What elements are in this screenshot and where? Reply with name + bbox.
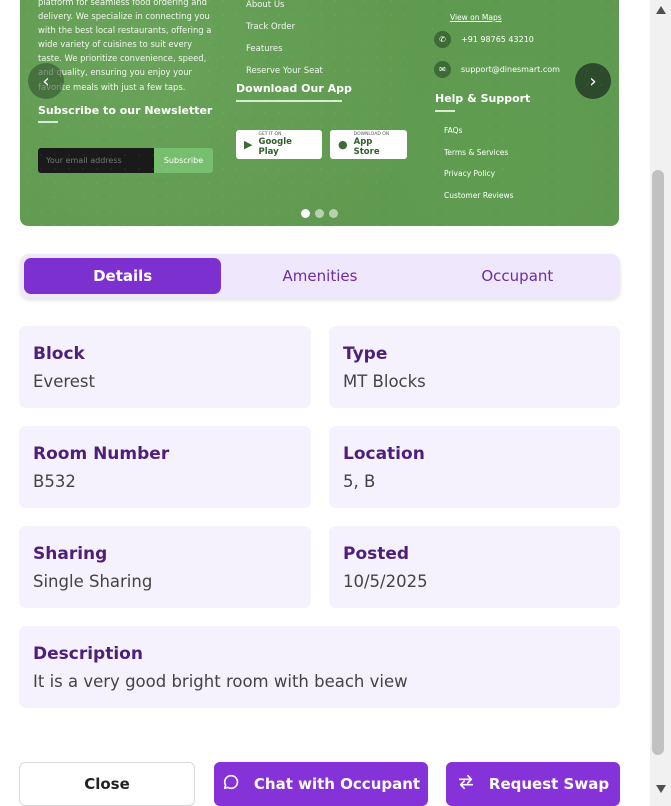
chevron-left-icon: ‹ [42, 70, 50, 92]
link-about-us[interactable]: About Us [246, 0, 323, 16]
newsletter-title: Subscribe to our Newsletter [38, 104, 213, 117]
link-track-order[interactable]: Track Order [246, 16, 323, 38]
block-label: Block [33, 344, 85, 364]
download-underline [236, 100, 342, 102]
apple-big-label: App Store [353, 137, 380, 157]
google-play-button[interactable]: ▶ GET IT ON Google Play [236, 130, 322, 159]
detail-tabs: Details Amenities Occupant [20, 254, 620, 298]
link-faqs[interactable]: FAQs [444, 120, 513, 142]
newsletter-email-input[interactable]: Your email address [38, 148, 162, 173]
phone-text: +91 98765 43210 [461, 35, 534, 44]
chevron-right-icon: › [589, 70, 597, 92]
link-privacy[interactable]: Privacy Policy [444, 163, 513, 185]
block-value: Everest [33, 372, 95, 391]
subscribe-button[interactable]: Subscribe [154, 148, 213, 173]
posted-label: Posted [343, 544, 410, 564]
scroll-down-arrow-icon[interactable] [650, 784, 671, 798]
email-line: ✉ support@dinesmart.com [434, 61, 560, 78]
promo-carousel: platform for seamless food ordering and … [20, 0, 619, 226]
email-text: support@dinesmart.com [461, 65, 560, 74]
main-viewport: platform for seamless food ordering and … [0, 0, 650, 806]
phone-icon: ✆ [434, 31, 451, 48]
type-value: MT Blocks [343, 372, 426, 391]
scrollbar-thumb[interactable] [652, 170, 664, 755]
phone-line: ✆ +91 98765 43210 [434, 31, 534, 48]
close-label: Close [84, 775, 130, 793]
close-button[interactable]: Close [19, 762, 195, 806]
room-number-value: B532 [33, 472, 76, 491]
link-reserve-seat[interactable]: Reserve Your Seat [246, 60, 323, 82]
sharing-value: Single Sharing [33, 572, 153, 591]
carousel-prev-button[interactable]: ‹ [28, 63, 64, 99]
swap-arrows-icon [457, 773, 475, 795]
help-title: Help & Support [435, 92, 531, 105]
footer-links: About Us Track Order Features Reserve Yo… [246, 0, 323, 82]
description-label: Description [33, 644, 143, 664]
description-value: It is a very good bright room with beach… [33, 672, 408, 691]
apple-icon: ● [338, 138, 348, 151]
link-reviews[interactable]: Customer Reviews [444, 185, 513, 207]
scroll-up-arrow-icon[interactable] [650, 5, 671, 19]
type-label: Type [343, 344, 388, 364]
link-terms[interactable]: Terms & Services [444, 142, 513, 164]
play-store-icon: ▶ [244, 138, 253, 151]
chat-with-occupant-button[interactable]: Chat with Occupant [214, 762, 428, 806]
block-card: Block Everest [19, 326, 311, 408]
download-title: Download Our App [236, 82, 352, 95]
help-underline [435, 110, 455, 112]
mail-icon: ✉ [434, 61, 451, 78]
carousel-dot[interactable] [301, 209, 310, 218]
posted-value: 10/5/2025 [343, 572, 428, 591]
tab-amenities[interactable]: Amenities [221, 258, 418, 294]
carousel-dots [301, 209, 338, 218]
posted-card: Posted 10/5/2025 [329, 526, 620, 608]
location-value: 5, B [343, 472, 376, 491]
link-features[interactable]: Features [246, 38, 323, 60]
type-card: Type MT Blocks [329, 326, 620, 408]
room-number-card: Room Number B532 [19, 426, 311, 508]
room-number-label: Room Number [33, 444, 170, 464]
location-label: Location [343, 444, 425, 464]
tab-details[interactable]: Details [24, 258, 222, 294]
scrollbar[interactable] [650, 0, 671, 806]
sharing-label: Sharing [33, 544, 108, 564]
sharing-card: Sharing Single Sharing [19, 526, 311, 608]
google-big-label: Google Play [258, 137, 292, 157]
swap-label: Request Swap [488, 775, 610, 793]
tab-occupant[interactable]: Occupant [419, 258, 616, 294]
carousel-dot[interactable] [315, 209, 324, 218]
description-card: Description It is a very good bright roo… [19, 626, 620, 708]
newsletter-underline [38, 121, 58, 123]
help-links: FAQs Terms & Services Privacy Policy Cus… [444, 120, 513, 206]
chat-bubble-icon [222, 773, 240, 795]
request-swap-button[interactable]: Request Swap [446, 762, 620, 806]
about-text: platform for seamless food ordering and … [38, 0, 212, 92]
carousel-dot[interactable] [329, 209, 338, 218]
app-store-button[interactable]: ● DOWNLOAD ON App Store [330, 130, 407, 159]
view-on-maps-link[interactable]: View on Maps [450, 13, 502, 22]
carousel-next-button[interactable]: › [575, 63, 611, 99]
location-card: Location 5, B [329, 426, 620, 508]
chat-label: Chat with Occupant [253, 775, 421, 793]
